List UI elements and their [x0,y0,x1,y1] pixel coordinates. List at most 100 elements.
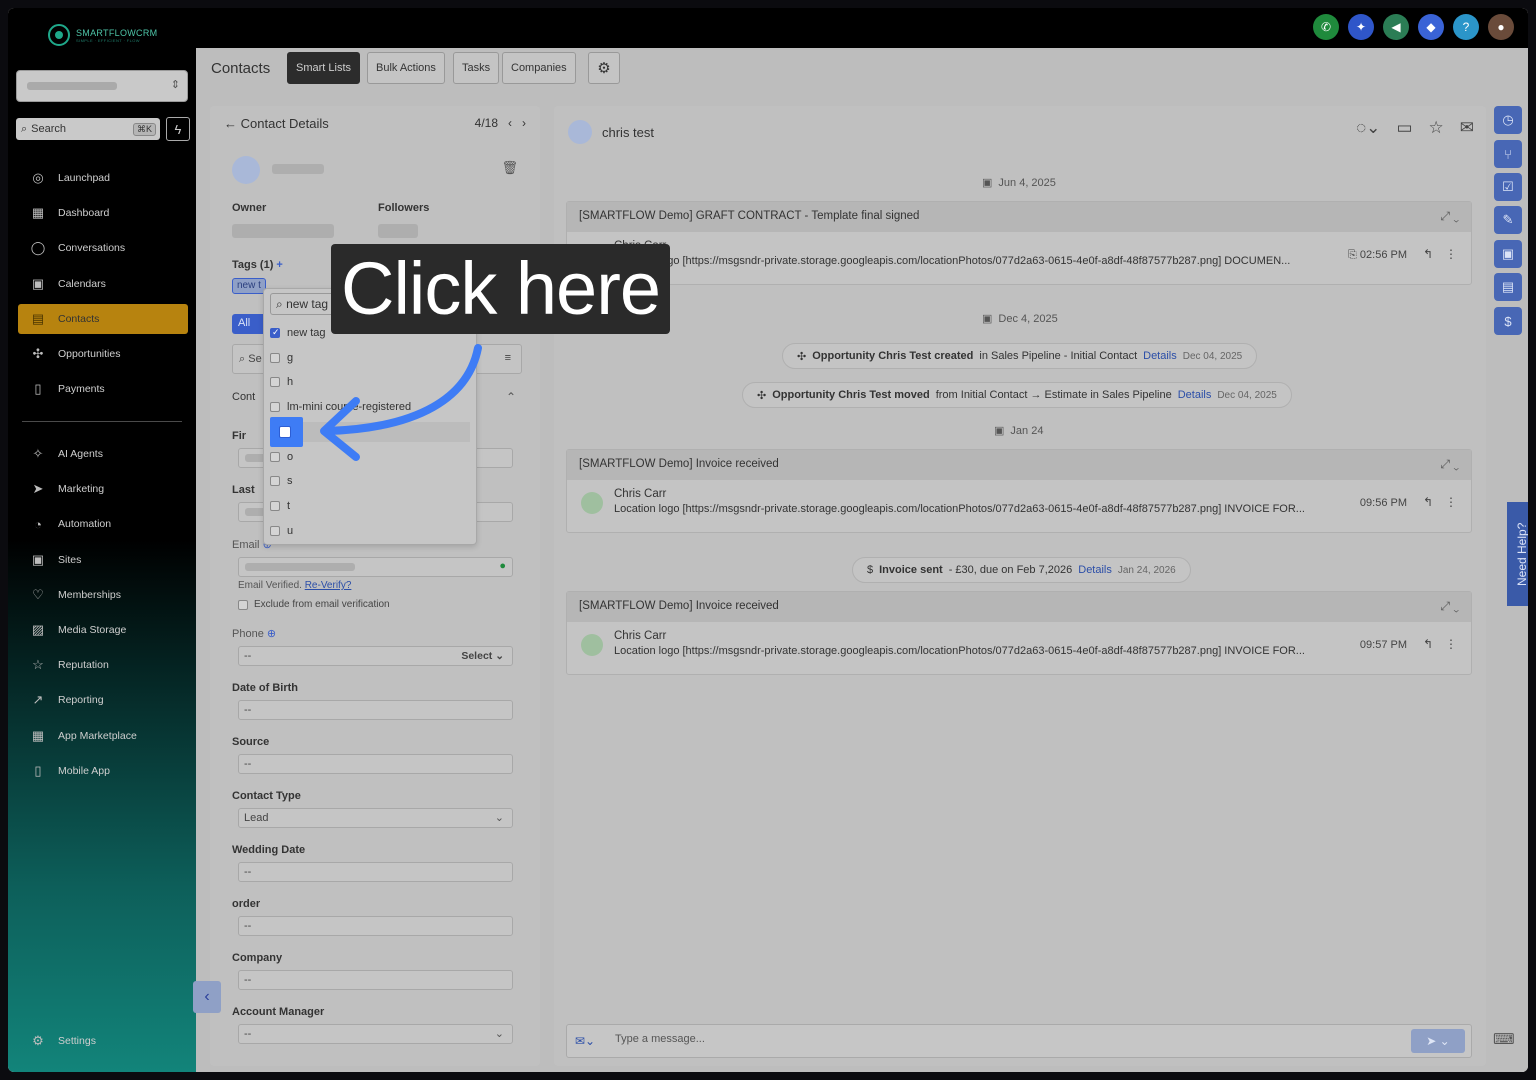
sidebar-item-ai-agents[interactable]: ✧ AI Agents [18,439,188,469]
exclude-verification-checkbox[interactable]: Exclude from email verification [238,599,390,610]
phone-field[interactable]: -- Select ⌄ [238,646,513,666]
sidebar-item-settings[interactable]: ⚙ Settings [18,1026,188,1056]
checkbox[interactable] [270,525,280,536]
reverify-link[interactable]: Re-Verify? [305,580,352,591]
trash-icon[interactable]: 🗑 [501,160,518,176]
app-logo[interactable]: SMARTFLOWCRM SIMPLE · EFFICIENT · FLOW [48,24,157,46]
email-subject-bar[interactable]: [SMARTFLOW Demo] GRAFT CONTRACT - Templa… [567,202,1471,232]
checkbox[interactable] [270,377,280,388]
checkbox[interactable] [238,599,248,610]
checkbox[interactable] [270,327,280,338]
checkbox[interactable] [270,476,280,487]
email-thread-card[interactable]: [SMARTFLOW Demo] Invoice received ⤢ ⌄ Chr… [566,591,1472,675]
contact-section-header[interactable]: Cont [232,391,255,403]
tag-option[interactable]: u [270,521,470,541]
filter-icon[interactable]: ≡ [505,352,511,364]
send-button[interactable]: ➤ ⌄ [1411,1029,1465,1053]
user-avatar[interactable]: ● [1488,14,1514,40]
collapse-sidebar-button[interactable]: ‹ [193,981,221,1013]
tab-bulk-actions[interactable]: Bulk Actions [367,52,445,84]
back-arrow-icon[interactable]: ← [224,116,237,131]
quick-action-bolt-icon[interactable]: ϟ [166,117,190,141]
reply-icon[interactable]: ↰ [1423,637,1433,651]
sidebar-item-reporting[interactable]: ↗ Reporting [18,685,188,715]
order-field[interactable]: -- [238,916,513,936]
clock-icon[interactable]: ◷ [1494,106,1522,134]
sidebar-item-media-storage[interactable]: ▨ Media Storage [18,615,188,645]
sidebar-item-memberships[interactable]: ♡ Memberships [18,580,188,610]
chevron-up-icon[interactable]: ⌃ [506,390,516,404]
tag-option[interactable]: t [270,496,470,516]
expand-icon[interactable]: ⤢ ⌄ [1440,457,1459,472]
company-field[interactable]: -- [238,970,513,990]
sidebar-item-reputation[interactable]: ☆ Reputation [18,650,188,680]
location-switcher[interactable]: ⇕ [16,70,188,102]
expand-icon[interactable]: ⤢ ⌄ [1440,209,1459,224]
mail-icon[interactable]: ✉ [1460,118,1474,138]
email-thread-card[interactable]: [SMARTFLOW Demo] GRAFT CONTRACT - Templa… [566,201,1472,285]
sidebar-item-conversations[interactable]: ◯ Conversations [18,233,188,263]
sidebar-search[interactable]: ⌕ Search ⌘K [16,118,160,140]
settings-gear-icon[interactable]: ⚙ [588,52,620,84]
details-link[interactable]: Details [1178,389,1212,401]
message-input[interactable]: Type a message... [615,1033,705,1045]
account-manager-field[interactable]: -- ⌄ [238,1024,513,1044]
tag-chip[interactable]: new t [232,278,266,294]
checkbox[interactable] [270,402,280,413]
wedding-date-field[interactable]: -- [238,862,513,882]
tab-companies[interactable]: Companies [502,52,576,84]
tab-smart-lists[interactable]: Smart Lists [287,52,361,84]
details-link[interactable]: Details [1078,564,1112,576]
document-icon[interactable]: ▤ [1494,273,1522,301]
more-icon[interactable]: ⋮ [1445,637,1457,651]
followers-select-blurred[interactable] [378,224,418,238]
email-subject-bar[interactable]: [SMARTFLOW Demo] Invoice received ⤢ ⌄ [567,450,1471,480]
sidebar-item-contacts[interactable]: ▤ Contacts [18,303,188,334]
more-icon[interactable]: ⋮ [1445,495,1457,509]
owner-select-blurred[interactable] [232,224,334,238]
email-field[interactable]: ● [238,557,513,577]
sidebar-item-app-marketplace[interactable]: ▦ App Marketplace [18,721,188,751]
sidebar-item-launchpad[interactable]: ◎ Launchpad [18,163,188,193]
email-channel-icon[interactable]: ✉⌄ [575,1034,595,1048]
highlighted-checkbox-target[interactable] [270,417,303,447]
dollar-icon[interactable]: $ [1494,307,1522,335]
checkbox[interactable] [270,352,280,363]
phone-icon[interactable]: ✆ [1313,14,1339,40]
sidebar-item-sites[interactable]: ▣ Sites [18,545,188,575]
megaphone-icon[interactable]: ◀ [1383,14,1409,40]
chevron-right-icon[interactable]: › [522,116,526,130]
checkbox[interactable] [270,451,280,462]
folder-icon[interactable]: ▭ [1396,118,1412,138]
checkbox[interactable] [270,500,280,511]
sidebar-item-marketing[interactable]: ➤ Marketing [18,474,188,504]
sidebar-item-mobile-app[interactable]: ▯ Mobile App [18,756,188,786]
details-link[interactable]: Details [1143,350,1177,362]
workflow-icon[interactable]: ⑂ [1494,140,1522,168]
bell-icon[interactable]: ◆ [1418,14,1444,40]
email-thread-card[interactable]: [SMARTFLOW Demo] Invoice received ⤢ ⌄ Chr… [566,449,1472,533]
calendar-icon[interactable]: ▣ [1494,240,1522,268]
sidebar-item-dashboard[interactable]: ▦ Dashboard [18,198,188,228]
chat-channel-icon[interactable]: ◌⌄ [1356,118,1380,138]
source-field[interactable]: -- [238,754,513,774]
email-subject-bar[interactable]: [SMARTFLOW Demo] Invoice received ⤢ ⌄ [567,592,1471,622]
tab-tasks[interactable]: Tasks [453,52,500,84]
reply-icon[interactable]: ↰ [1423,495,1433,509]
tag-option[interactable]: s [270,471,470,491]
edit-icon[interactable]: ✎ [1494,206,1522,234]
chevron-left-icon[interactable]: ‹ [508,116,512,130]
country-code-select[interactable]: Select ⌄ [461,650,504,662]
expand-icon[interactable]: ⤢ ⌄ [1440,599,1459,614]
date-of-birth-field[interactable]: -- [238,700,513,720]
task-icon[interactable]: ☑ [1494,173,1522,201]
contact-type-field[interactable]: Lead ⌄ [238,808,513,828]
star-icon[interactable]: ☆ [1429,118,1444,138]
sidebar-item-payments[interactable]: ▯ Payments [18,374,188,404]
more-icon[interactable]: ⋮ [1445,247,1457,261]
sidebar-item-calendars[interactable]: ▣ Calendars [18,269,188,299]
checkbox[interactable] [279,426,291,438]
reply-icon[interactable]: ↰ [1423,247,1433,261]
sparkle-icon[interactable]: ✦ [1348,14,1374,40]
help-icon[interactable]: ? [1453,14,1479,40]
